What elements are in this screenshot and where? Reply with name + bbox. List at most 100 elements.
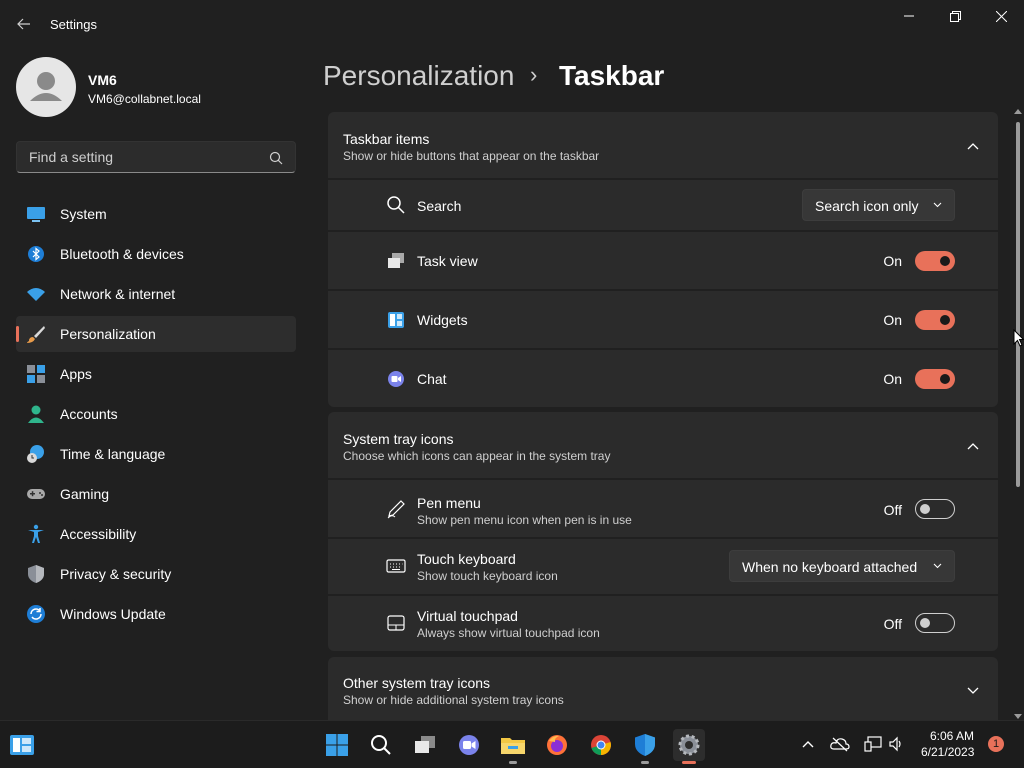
sidebar-item-label: Gaming xyxy=(60,486,110,502)
sidebar-item-apps[interactable]: Apps xyxy=(16,356,296,392)
user-email: VM6@collabnet.local xyxy=(88,92,201,106)
sidebar-item-windows-update[interactable]: Windows Update xyxy=(16,596,296,632)
task-view-toggle[interactable] xyxy=(915,251,955,271)
defender-icon xyxy=(635,734,655,756)
show-hidden-icons-icon[interactable] xyxy=(801,739,815,749)
minimize-button[interactable] xyxy=(886,0,932,32)
chevron-up-icon[interactable] xyxy=(966,439,980,453)
keyboard-icon xyxy=(386,559,406,573)
task-view-button[interactable] xyxy=(409,729,441,761)
chevron-down-icon xyxy=(933,563,942,569)
active-indicator xyxy=(682,761,696,764)
search-mode-dropdown[interactable]: Search icon only xyxy=(802,189,955,221)
scrollbar-thumb[interactable] xyxy=(1016,122,1020,487)
running-indicator xyxy=(509,761,517,764)
settings-search[interactable] xyxy=(16,141,296,173)
virtual-touchpad-row: Virtual touchpad Always show virtual tou… xyxy=(328,596,998,651)
task-view-row: Task view On xyxy=(328,232,998,289)
taskbar-items-header[interactable]: Taskbar items Show or hide buttons that … xyxy=(328,112,998,178)
task-view-icon xyxy=(388,253,404,268)
sidebar-item-system[interactable]: System xyxy=(16,196,296,232)
sidebar-item-label: Time & language xyxy=(60,446,166,462)
search-icon xyxy=(387,196,405,214)
close-button[interactable] xyxy=(978,0,1024,32)
widgets-toggle[interactable] xyxy=(915,310,955,330)
pen-menu-toggle[interactable] xyxy=(915,499,955,519)
minimize-icon xyxy=(904,15,914,17)
accessibility-icon xyxy=(28,524,44,543)
sidebar-item-label: Apps xyxy=(60,366,92,382)
clock-date[interactable]: 6/21/2023 xyxy=(921,745,974,759)
section-subtitle: Show or hide additional system tray icon… xyxy=(343,693,564,707)
avatar[interactable] xyxy=(16,57,76,117)
sidebar-item-accounts[interactable]: Accounts xyxy=(16,396,296,432)
row-label: Pen menu xyxy=(417,495,481,511)
notification-badge[interactable]: 1 xyxy=(988,736,1004,752)
toggle-state: On xyxy=(883,371,902,387)
toggle-state: On xyxy=(883,253,902,269)
file-explorer-button[interactable] xyxy=(497,729,529,764)
row-description: Show touch keyboard icon xyxy=(417,569,558,583)
taskbar-search-button[interactable] xyxy=(365,729,397,761)
clock-time[interactable]: 6:06 AM xyxy=(930,729,974,743)
sidebar-item-bluetooth[interactable]: Bluetooth & devices xyxy=(16,236,296,272)
sidebar-item-network[interactable]: Network & internet xyxy=(16,276,296,312)
chrome-icon xyxy=(591,735,611,755)
pen-icon xyxy=(387,500,405,519)
chat-toggle[interactable] xyxy=(915,369,955,389)
other-tray-header[interactable]: Other system tray icons Show or hide add… xyxy=(328,657,998,720)
back-button[interactable] xyxy=(12,12,36,36)
sidebar-item-gaming[interactable]: Gaming xyxy=(16,476,296,512)
sidebar-item-accessibility[interactable]: Accessibility xyxy=(16,516,296,552)
breadcrumb-parent[interactable]: Personalization xyxy=(323,60,514,92)
pen-menu-row: Pen menu Show pen menu icon when pen is … xyxy=(328,480,998,537)
selection-indicator xyxy=(16,326,19,342)
volume-icon[interactable] xyxy=(888,736,904,752)
sidebar-item-label: Accounts xyxy=(60,406,118,422)
windows-start-icon xyxy=(326,734,348,756)
firefox-button[interactable] xyxy=(541,729,573,761)
sidebar-item-label: Accessibility xyxy=(60,526,137,542)
row-label: Widgets xyxy=(417,312,468,328)
sidebar-item-personalization[interactable]: Personalization xyxy=(16,316,296,352)
onedrive-offline-icon[interactable] xyxy=(830,736,850,752)
chevron-down-icon[interactable] xyxy=(966,683,980,697)
user-name: VM6 xyxy=(88,72,117,88)
mouse-cursor-icon xyxy=(1013,329,1024,347)
touch-keyboard-dropdown[interactable]: When no keyboard attached xyxy=(729,550,955,582)
chat-row: Chat On xyxy=(328,350,998,407)
system-tray-header[interactable]: System tray icons Choose which icons can… xyxy=(328,412,998,478)
sidebar-item-label: System xyxy=(60,206,107,222)
widgets-button[interactable] xyxy=(6,729,38,761)
virtual-touchpad-toggle[interactable] xyxy=(915,613,955,633)
search-icon[interactable] xyxy=(269,151,283,165)
brush-icon xyxy=(27,326,45,343)
chevron-up-icon[interactable] xyxy=(966,139,980,153)
row-label: Task view xyxy=(417,253,478,269)
sidebar-item-privacy[interactable]: Privacy & security xyxy=(16,556,296,592)
page-title: Taskbar xyxy=(559,60,665,91)
row-label: Virtual touchpad xyxy=(417,608,518,624)
scroll-up-icon[interactable] xyxy=(1014,108,1022,114)
chrome-button[interactable] xyxy=(585,729,617,761)
search-row: Search Search icon only xyxy=(328,180,998,230)
search-input[interactable] xyxy=(27,148,261,166)
widgets-board-icon xyxy=(10,735,34,755)
row-description: Show pen menu icon when pen is in use xyxy=(417,513,632,527)
sidebar-item-label: Personalization xyxy=(60,326,156,342)
sidebar-item-label: Privacy & security xyxy=(60,566,172,582)
row-label: Search xyxy=(417,198,462,214)
chat-button[interactable] xyxy=(453,729,485,761)
shield-icon xyxy=(28,565,44,583)
restore-button[interactable] xyxy=(932,0,978,32)
close-icon xyxy=(995,10,1007,22)
sidebar-item-label: Network & internet xyxy=(60,286,176,302)
sidebar-item-time-language[interactable]: Time & language xyxy=(16,436,296,472)
taskbar: 6:06 AM 6/21/2023 1 xyxy=(0,720,1024,768)
settings-button[interactable] xyxy=(673,729,705,764)
network-icon[interactable] xyxy=(864,736,882,752)
start-button[interactable] xyxy=(321,729,353,761)
chat-icon xyxy=(459,735,479,755)
wifi-icon xyxy=(27,288,45,301)
defender-button[interactable] xyxy=(629,729,661,764)
